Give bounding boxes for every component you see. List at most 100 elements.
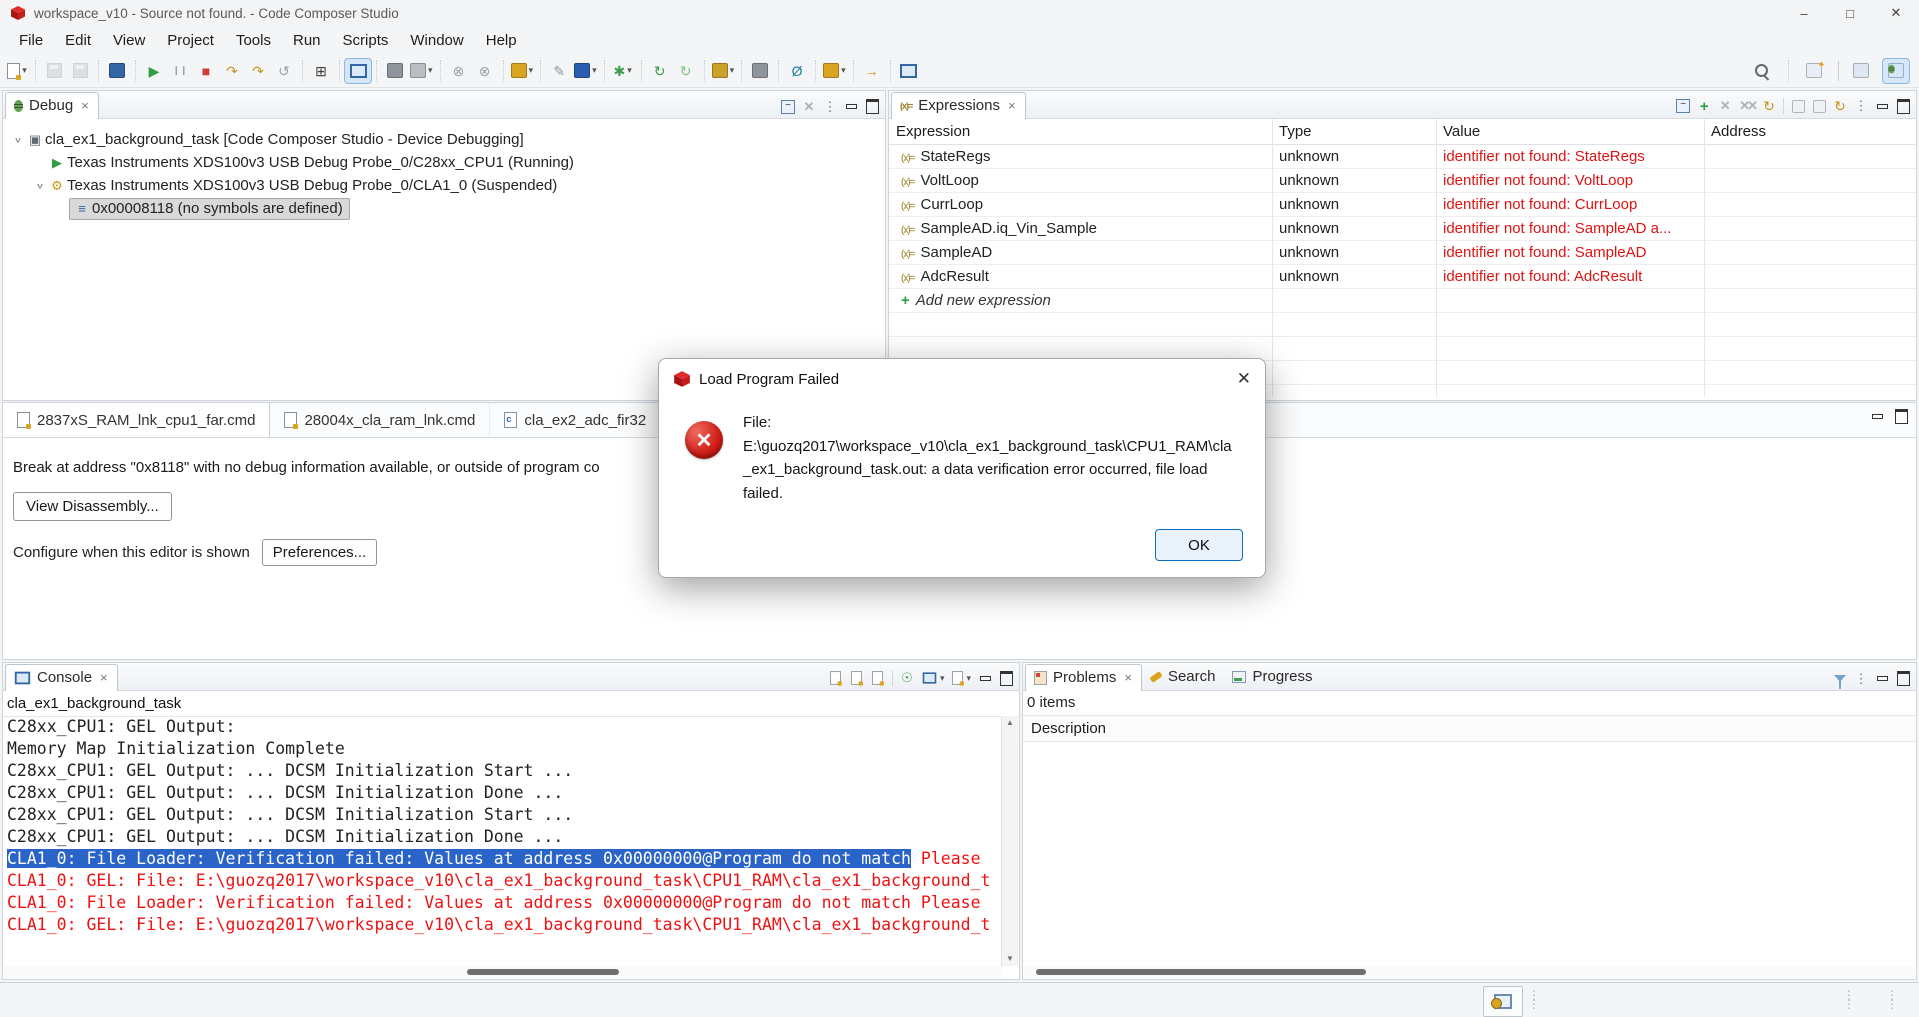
tab-search[interactable]: Search: [1142, 664, 1225, 690]
expressions-row[interactable]: (x)= VoltLoop unknown identifier not found:…: [889, 169, 1916, 193]
column-header-expression[interactable]: Expression: [889, 123, 1272, 140]
minimize-expressions-panel-button[interactable]: [1875, 99, 1889, 114]
chevron-down-icon[interactable]: v: [11, 135, 25, 144]
console-line[interactable]: CLA1_0: File Loader: Verification failed…: [4, 848, 1002, 870]
expressions-row[interactable]: (x)= SampleAD unknown identifier not found:…: [889, 241, 1916, 265]
source-lookup-button[interactable]: [344, 57, 372, 84]
column-header-value[interactable]: Value: [1436, 123, 1704, 140]
editor-tab-28004x_cla_ram_lnk.cmd[interactable]: 28004x_cla_ram_lnk.cmd: [270, 403, 491, 437]
expressions-row[interactable]: [889, 313, 1916, 337]
minimize-debug-panel-button[interactable]: [844, 99, 858, 114]
step-over-button[interactable]: ↷: [245, 59, 271, 83]
save-all-button[interactable]: [67, 59, 93, 83]
debug-view-menu-button[interactable]: ⋮: [823, 99, 837, 114]
maximize-editor-button[interactable]: [1894, 409, 1908, 424]
ok-button[interactable]: OK: [1155, 529, 1243, 561]
close-debug-tab-button[interactable]: ×: [81, 98, 89, 113]
skip-all-breakpoints-button[interactable]: ⊗: [446, 59, 472, 83]
problems-horizontal-scrollbar[interactable]: [1024, 966, 1915, 978]
memory-save-button[interactable]: ✎: [546, 59, 572, 83]
collapse-all-button[interactable]: −: [781, 99, 795, 114]
reload-expressions-button[interactable]: ↻: [1833, 98, 1847, 114]
remove-expression-button[interactable]: ✕: [1718, 98, 1732, 114]
ccs-debug-perspective-button[interactable]: [1882, 57, 1910, 84]
view-disassembly-button[interactable]: View Disassembly...: [13, 492, 172, 521]
minimize-console-panel-button[interactable]: [978, 671, 992, 686]
add-expression-cell[interactable]: + Add new expression: [889, 292, 1272, 309]
launch-control-button[interactable]: [1483, 986, 1523, 1017]
expressions-row[interactable]: (x)= StateRegs unknown identifier not found…: [889, 145, 1916, 169]
word-wrap-button[interactable]: [871, 671, 885, 686]
menu-window[interactable]: Window: [399, 28, 474, 53]
column-separator[interactable]: [1704, 119, 1705, 397]
build-hammer-button[interactable]: ▾: [710, 59, 737, 83]
tree-item[interactable]: ≡ 0x00008118 (no symbols are defined): [3, 197, 885, 220]
reload-program-button[interactable]: ↻: [673, 59, 699, 83]
trace-button[interactable]: ▾: [408, 59, 435, 83]
description-column-header[interactable]: Description: [1023, 716, 1916, 742]
tab-progress[interactable]: Progress: [1224, 664, 1321, 690]
build-button[interactable]: [104, 59, 130, 83]
close-console-tab-button[interactable]: ×: [100, 670, 108, 685]
stop-button[interactable]: ■: [193, 59, 219, 83]
step-into-button[interactable]: ↷: [219, 59, 245, 83]
target-config-button[interactable]: [747, 59, 773, 83]
maximize-problems-panel-button[interactable]: [1896, 671, 1910, 686]
console-line[interactable]: C28xx_CPU1: GEL Output: ... DCSM Initial…: [4, 826, 1002, 848]
open-console-button[interactable]: ▾: [951, 671, 971, 686]
column-separator[interactable]: [1436, 119, 1437, 397]
console-line[interactable]: C28xx_CPU1: GEL Output: ... DCSM Initial…: [4, 804, 1002, 826]
tab-expressions[interactable]: (x)= Expressions ×: [891, 92, 1026, 119]
close-dialog-button[interactable]: ✕: [1237, 369, 1251, 389]
tab-debug[interactable]: Debug ×: [5, 92, 99, 119]
column-separator[interactable]: [1272, 119, 1273, 397]
pin-console-button[interactable]: ☉: [900, 670, 914, 686]
step-return-button[interactable]: ↺: [271, 59, 297, 83]
console-line[interactable]: Memory Map Initialization Complete: [4, 738, 1002, 760]
close-problems-tab-button[interactable]: ×: [1124, 670, 1132, 685]
editor-tab-cla_ex2_adc_fir32[interactable]: cla_ex2_adc_fir32: [490, 403, 662, 437]
tab-console[interactable]: Console ×: [5, 664, 118, 691]
expressions-view-menu-button[interactable]: ⋮: [1854, 98, 1868, 114]
menu-help[interactable]: Help: [475, 28, 528, 53]
open-perspective-button[interactable]: ✦: [1803, 59, 1829, 83]
console-horizontal-scrollbar[interactable]: [4, 966, 1002, 978]
remove-all-terminated-button[interactable]: ✕: [802, 99, 816, 114]
profile-button[interactable]: [382, 59, 408, 83]
expressions-row[interactable]: (x)= CurrLoop unknown identifier not found:…: [889, 193, 1916, 217]
minimize-editor-button[interactable]: [1870, 409, 1884, 424]
expressions-row[interactable]: (x)= AdcResult unknown identifier not found…: [889, 265, 1916, 289]
save-button[interactable]: [41, 59, 67, 83]
console-vertical-scrollbar[interactable]: ▲ ▼: [1001, 716, 1018, 966]
chevron-down-icon[interactable]: v: [33, 181, 47, 190]
search-button[interactable]: [1748, 59, 1774, 83]
column-header-address[interactable]: Address: [1704, 123, 1916, 140]
console-line[interactable]: CLA1_0: File Loader: Verification failed…: [4, 892, 1002, 914]
menu-project[interactable]: Project: [156, 28, 225, 53]
registers-button[interactable]: ⊞: [308, 59, 334, 83]
preferences-button[interactable]: Preferences...: [261, 539, 378, 566]
console-line[interactable]: C28xx_CPU1: GEL Output: ... DCSM Initial…: [4, 760, 1002, 782]
import-expressions-button[interactable]: [1791, 99, 1805, 114]
export-expressions-button[interactable]: [1812, 99, 1826, 114]
filter-problems-button[interactable]: [1833, 671, 1847, 689]
pin-expression-button[interactable]: ▾: [572, 59, 599, 83]
scroll-lock-button[interactable]: [850, 671, 864, 686]
scroll-down-arrow-icon[interactable]: ▼: [1002, 952, 1018, 966]
tree-item[interactable]: v ▣ cla_ex1_background_task [Code Composer…: [3, 128, 885, 151]
refresh-button[interactable]: ↻: [647, 59, 673, 83]
tree-item[interactable]: ▶ Texas Instruments XDS100v3 USB Debug Pr…: [3, 151, 885, 174]
maximize-console-panel-button[interactable]: [999, 670, 1013, 686]
menu-edit[interactable]: Edit: [54, 28, 102, 53]
console-line[interactable]: C28xx_CPU1: GEL Output:: [4, 716, 1002, 738]
maximize-debug-panel-button[interactable]: [865, 99, 879, 114]
flash-button[interactable]: ▾: [509, 59, 536, 83]
editor-tab-2837xS_RAM_lnk_cpu1_far.cmd[interactable]: 2837xS_RAM_lnk_cpu1_far.cmd: [3, 403, 271, 437]
refresh-expressions-button[interactable]: ↻: [1762, 98, 1776, 114]
ccs-edit-perspective-button[interactable]: [1848, 59, 1874, 83]
pause-button[interactable]: ❙❙: [167, 59, 193, 83]
clear-console-button[interactable]: [829, 671, 843, 686]
scrollbar-thumb[interactable]: [1036, 969, 1366, 975]
menu-view[interactable]: View: [102, 28, 156, 53]
problems-view-menu-button[interactable]: ⋮: [1854, 671, 1868, 686]
